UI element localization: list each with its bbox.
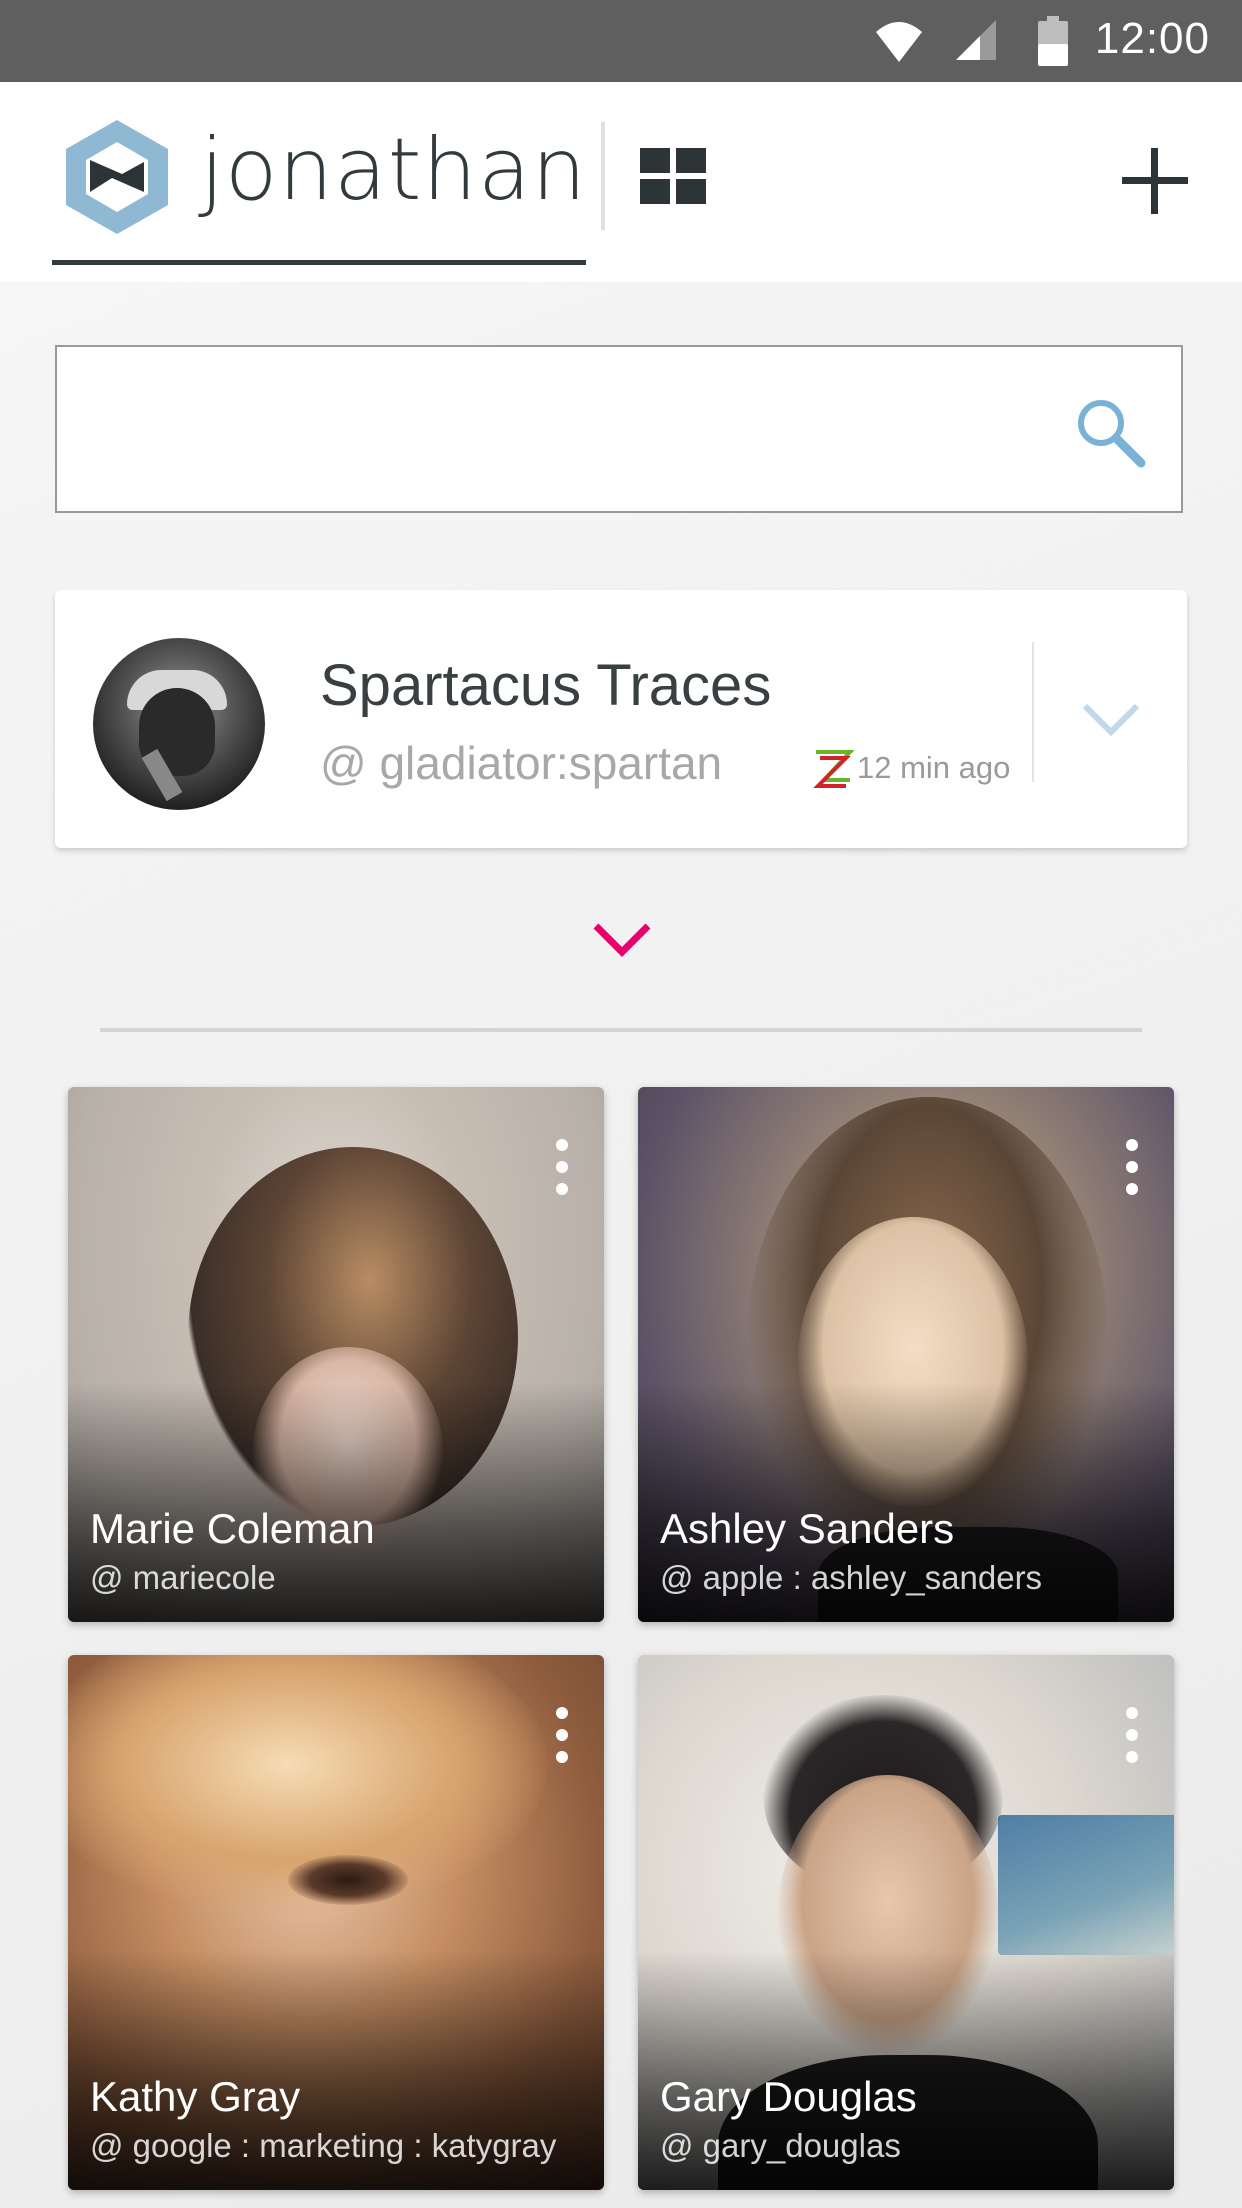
more-vertical-icon[interactable] [556,1707,568,1763]
contact-handle: @ google : marketing : katygray [90,2127,557,2164]
account-switcher[interactable]: jonathan [200,120,587,220]
contact-name: Kathy Gray [90,2073,301,2120]
section-divider [100,1028,1142,1032]
search-box [55,345,1183,513]
status-bar: 12:00 [0,0,1242,82]
contact-handle: @ gary_douglas [660,2127,901,2164]
profile-handle: @ gladiator:spartan [320,737,723,789]
contact-handle: @ mariecole [90,1559,276,1596]
active-account-underline [52,260,586,265]
add-icon[interactable] [1118,144,1190,216]
header-divider [601,122,605,230]
battery-icon [1038,16,1068,66]
signal-icon [956,20,996,60]
more-vertical-icon[interactable] [1126,1139,1138,1195]
contact-tile[interactable]: Marie Coleman @ mariecole [68,1087,604,1622]
contact-handle: @ apple : ashley_sanders [660,1559,1043,1596]
contact-tile[interactable]: Kathy Gray @ google : marketing : katygr… [68,1655,604,2190]
search-icon[interactable] [1073,395,1147,469]
more-vertical-icon[interactable] [1126,1707,1138,1763]
contact-name: Marie Coleman [90,1505,375,1552]
avatar[interactable] [93,638,265,810]
more-vertical-icon[interactable] [556,1139,568,1195]
contact-tile[interactable]: Ashley Sanders @ apple : ashley_sanders [638,1087,1174,1622]
profile-timestamp: 12 min ago [857,750,1011,785]
expand-chevron-icon[interactable] [592,920,652,960]
chevron-down-icon[interactable] [1081,700,1141,740]
contact-name: Ashley Sanders [660,1505,955,1552]
username: jonathan [200,120,588,220]
search-input[interactable] [77,367,1081,493]
grid-view-icon[interactable] [640,148,706,204]
app-header: jonathan [0,82,1242,282]
logo-icon [66,120,168,234]
wifi-icon [876,22,922,62]
card-divider [1032,642,1034,782]
status-time: 12:00 [1094,14,1210,63]
contact-tile[interactable]: Gary Douglas @ gary_douglas [638,1655,1174,2190]
profile-name: Spartacus Traces [320,653,772,718]
contact-name: Gary Douglas [660,2073,917,2120]
profile-card[interactable]: Spartacus Traces @ gladiator:spartan 12 … [55,590,1187,848]
source-z-icon [813,750,854,788]
